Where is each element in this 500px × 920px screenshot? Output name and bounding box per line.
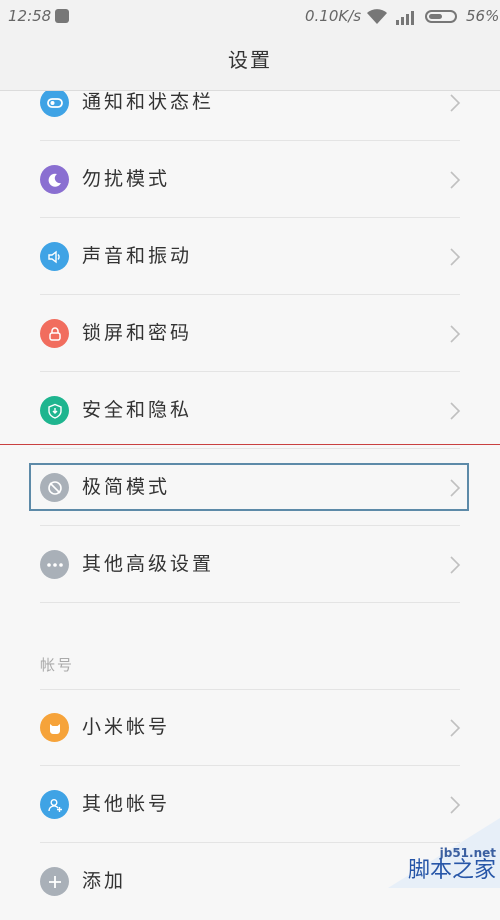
status-time: 12:58 (8, 7, 52, 25)
chevron-right-icon (450, 719, 461, 737)
settings-item-label: 通知和状态栏 (82, 91, 215, 113)
chevron-right-icon (450, 248, 461, 266)
chevron-right-icon (450, 479, 461, 497)
settings-item-sound-vibration[interactable]: 声音和振动 (0, 218, 500, 295)
status-bar: 12:58 0.10K/s 56% (0, 0, 500, 34)
settings-item-lock-screen[interactable]: 锁屏和密码 (0, 295, 500, 372)
chevron-right-icon (450, 171, 461, 189)
page-title: 设置 (0, 34, 500, 91)
settings-item-label: 锁屏和密码 (82, 322, 193, 344)
moon-icon (40, 165, 69, 194)
settings-item-minimal-mode[interactable]: 极简模式 (0, 449, 500, 526)
account-item-mi-account[interactable]: 小米帐号 (0, 689, 500, 766)
chevron-right-icon (450, 402, 461, 420)
watermark: jb51.net 脚本之家 (388, 818, 500, 888)
settings-item-label: 勿扰模式 (82, 168, 171, 190)
lock-icon (40, 319, 69, 348)
mi-cat-icon (40, 713, 69, 742)
settings-item-do-not-disturb[interactable]: 勿扰模式 (0, 141, 500, 218)
account-item-label: 添加 (82, 870, 127, 892)
settings-item-security-privacy[interactable]: 安全和隐私 (0, 372, 500, 449)
chevron-right-icon (450, 325, 461, 343)
signal-icon (396, 11, 414, 25)
annotation-divider-line (0, 444, 500, 445)
divider (40, 602, 460, 603)
add-user-icon (40, 790, 69, 819)
settings-item-label: 声音和振动 (82, 245, 193, 267)
more-icon (40, 550, 69, 579)
toggle-icon (40, 88, 69, 117)
settings-item-advanced[interactable]: 其他高级设置 (0, 526, 500, 603)
settings-item-label: 安全和隐私 (82, 399, 193, 421)
account-item-label: 小米帐号 (82, 716, 171, 738)
battery-percent: 56% (466, 7, 500, 25)
watermark-brand: 脚本之家 (407, 858, 496, 883)
chevron-right-icon (450, 94, 461, 112)
account-item-label: 其他帐号 (82, 793, 171, 815)
battery-icon (425, 10, 457, 23)
section-header-account: 帐号 (40, 656, 75, 674)
slash-circle-icon (40, 473, 69, 502)
settings-item-label: 其他高级设置 (82, 553, 215, 575)
wifi-icon (367, 9, 387, 24)
settings-item-label: 极简模式 (82, 476, 171, 498)
notification-icon (55, 9, 69, 23)
status-net-speed: 0.10K/s (305, 7, 362, 25)
chevron-right-icon (450, 556, 461, 574)
plus-icon (40, 867, 69, 896)
speaker-icon (40, 242, 69, 271)
shield-icon (40, 396, 69, 425)
chevron-right-icon (450, 796, 461, 814)
